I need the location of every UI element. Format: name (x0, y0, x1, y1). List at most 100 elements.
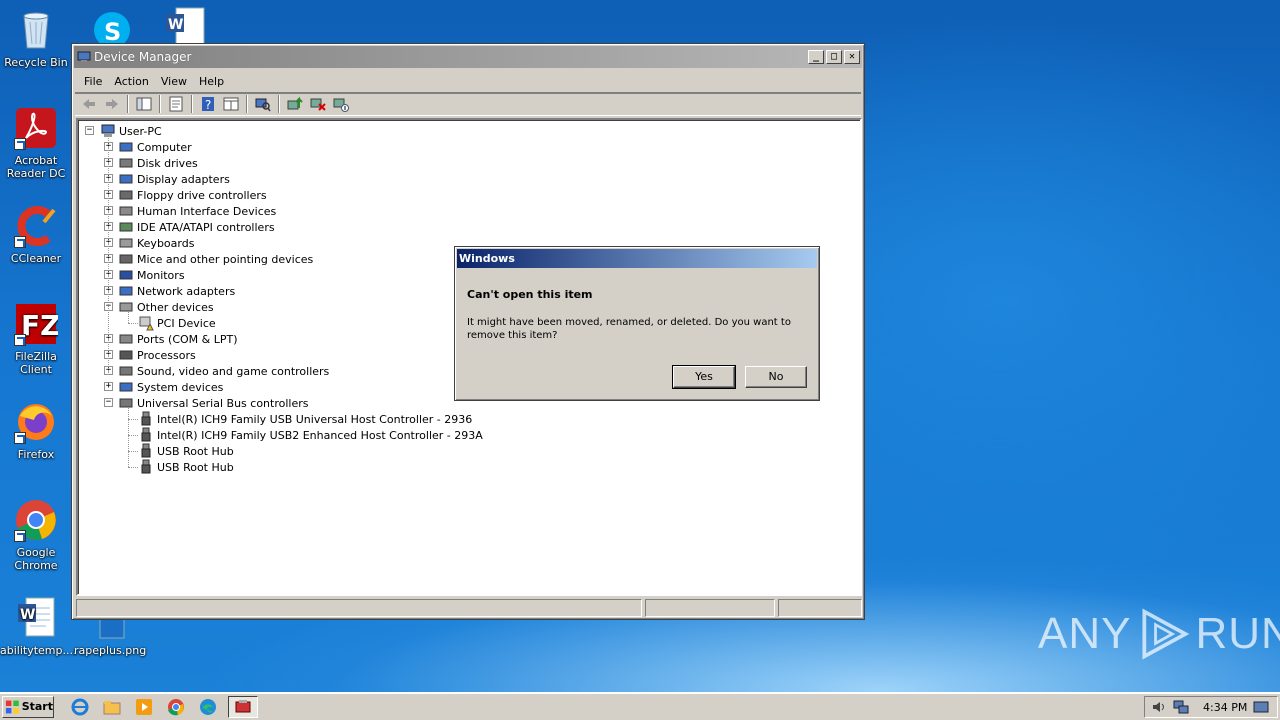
scan-hardware-button[interactable] (253, 95, 273, 113)
tree-category[interactable]: Disk drives (118, 155, 198, 171)
tree-category-label: Other devices (137, 300, 214, 314)
tree-category[interactable]: System devices (118, 379, 223, 395)
tree-device[interactable]: Intel(R) ICH9 Family USB Universal Host … (138, 411, 472, 427)
tree-category[interactable]: Monitors (118, 267, 185, 283)
action-pane-button[interactable] (221, 95, 241, 113)
tree-root-label: User-PC (119, 124, 162, 138)
menu-file[interactable]: File (78, 75, 108, 88)
desktop-icon-label: Acrobat Reader DC (6, 154, 66, 180)
menu-view[interactable]: View (155, 75, 193, 88)
status-pane-2 (645, 599, 775, 617)
tree-category[interactable]: Keyboards (118, 235, 194, 251)
explorer-icon (103, 700, 121, 714)
tree-device-label: Intel(R) ICH9 Family USB2 Enhanced Host … (157, 428, 483, 442)
tree-category-label: Ports (COM & LPT) (137, 332, 238, 346)
desktop-icon-word-doc[interactable]: W abilitytemp.... (0, 596, 76, 657)
tree-root[interactable]: User-PC (100, 123, 162, 139)
desktop-icon-filezilla[interactable]: FZ FileZilla Client (0, 302, 72, 376)
start-button[interactable]: Start (2, 695, 54, 718)
desktop-icon-recycle-bin[interactable]: Recycle Bin (0, 8, 72, 69)
device-category-icon (118, 251, 134, 267)
tree-category-label: Disk drives (137, 156, 198, 170)
tree-device[interactable]: PCI Device (138, 315, 216, 331)
tree-category-label: System devices (137, 380, 224, 394)
menu-bar: File Action View Help (72, 70, 864, 92)
word-doc-icon[interactable]: W (164, 6, 208, 45)
tree-device[interactable]: USB Root Hub (138, 443, 234, 459)
help-button[interactable]: ? (198, 95, 218, 113)
minimize-button[interactable]: _ (808, 50, 824, 64)
filezilla-icon: FZ (14, 302, 60, 346)
show-desktop-icon[interactable] (1253, 699, 1269, 715)
device-category-icon (118, 363, 134, 379)
uninstall-button[interactable] (308, 95, 328, 113)
tree-category[interactable]: Sound, video and game controllers (118, 363, 329, 379)
taskbar: Start 4:34 PM (0, 692, 1280, 720)
disable-button[interactable] (331, 95, 351, 113)
desktop-icon-acrobat[interactable]: Acrobat Reader DC (0, 106, 72, 180)
desktop-icon-ccleaner[interactable]: CCleaner (0, 204, 72, 265)
watermark-text-right: RUN (1195, 609, 1280, 658)
forward-button[interactable] (102, 95, 122, 113)
show-hide-console-tree-button[interactable] (134, 95, 154, 113)
tree-category[interactable]: Human Interface Devices (118, 203, 276, 219)
tree-category[interactable]: Computer (118, 139, 192, 155)
update-driver-button[interactable] (285, 95, 305, 113)
tree-device[interactable]: USB Root Hub (138, 459, 234, 475)
tree-category[interactable]: IDE ATA/ATAPI controllers (118, 219, 275, 235)
taskbar-chrome[interactable] (164, 696, 188, 718)
error-dialog[interactable]: Windows Can't open this item It might ha… (454, 246, 820, 401)
menu-action[interactable]: Action (108, 75, 154, 88)
tree-category-label: Monitors (137, 268, 185, 282)
tree-category[interactable]: Processors (118, 347, 196, 363)
yes-button[interactable]: Yes (672, 365, 736, 389)
taskbar-edge[interactable] (196, 696, 220, 718)
taskbar-ie[interactable] (68, 696, 92, 718)
tree-category[interactable]: Other devices (118, 299, 214, 315)
warning-device-icon (138, 315, 154, 331)
desktop-icon-label: Recycle Bin (4, 56, 68, 69)
maximize-button[interactable]: □ (826, 50, 842, 64)
tree-category-label: Keyboards (137, 236, 195, 250)
start-label: Start (21, 700, 53, 713)
back-arrow-icon (83, 99, 95, 109)
desktop-icon-image-file[interactable]: rapeplus.png (74, 617, 146, 657)
properties-button[interactable] (166, 95, 186, 113)
menu-help[interactable]: Help (193, 75, 230, 88)
svg-text:S: S (104, 18, 121, 44)
desktop-icon-firefox[interactable]: Firefox (0, 400, 72, 461)
no-button[interactable]: No (745, 366, 807, 388)
device-manager-app-icon (77, 50, 91, 64)
tree-category[interactable]: Mice and other pointing devices (118, 251, 313, 267)
device-category-icon (118, 219, 134, 235)
taskbar-media-player[interactable] (132, 696, 156, 718)
expand-toggle[interactable]: + (104, 382, 113, 391)
volume-icon[interactable] (1151, 699, 1167, 715)
tree-category[interactable]: Floppy drive controllers (118, 187, 267, 203)
skype-icon[interactable]: S (90, 8, 134, 48)
ccleaner-icon (14, 204, 58, 248)
tree-category[interactable]: Network adapters (118, 283, 235, 299)
dialog-titlebar[interactable]: Windows (457, 249, 817, 268)
tree-device-label: USB Root Hub (157, 460, 234, 474)
back-button[interactable] (79, 95, 99, 113)
device-category-icon (118, 299, 134, 315)
taskbar-device-manager[interactable] (228, 695, 258, 718)
forward-arrow-icon (106, 99, 118, 109)
tree-category[interactable]: Universal Serial Bus controllers (118, 395, 308, 411)
window-titlebar[interactable]: Device Manager _ □ ✕ (74, 46, 862, 68)
network-icon[interactable] (1173, 699, 1189, 715)
desktop-icon-chrome[interactable]: Google Chrome (0, 498, 72, 572)
help-icon: ? (202, 97, 214, 112)
close-button[interactable]: ✕ (844, 50, 860, 64)
tree-category[interactable]: Display adapters (118, 171, 230, 187)
tree-category[interactable]: Ports (COM & LPT) (118, 331, 238, 347)
collapse-toggle[interactable]: − (104, 398, 113, 407)
collapse-toggle[interactable]: − (85, 126, 94, 135)
tree-device[interactable]: Intel(R) ICH9 Family USB2 Enhanced Host … (138, 427, 483, 443)
clock[interactable]: 4:34 PM (1203, 701, 1247, 714)
taskbar-explorer[interactable] (100, 696, 124, 718)
device-category-icon (118, 187, 134, 203)
chrome-icon (14, 498, 58, 542)
tree-category-label: Floppy drive controllers (137, 188, 267, 202)
